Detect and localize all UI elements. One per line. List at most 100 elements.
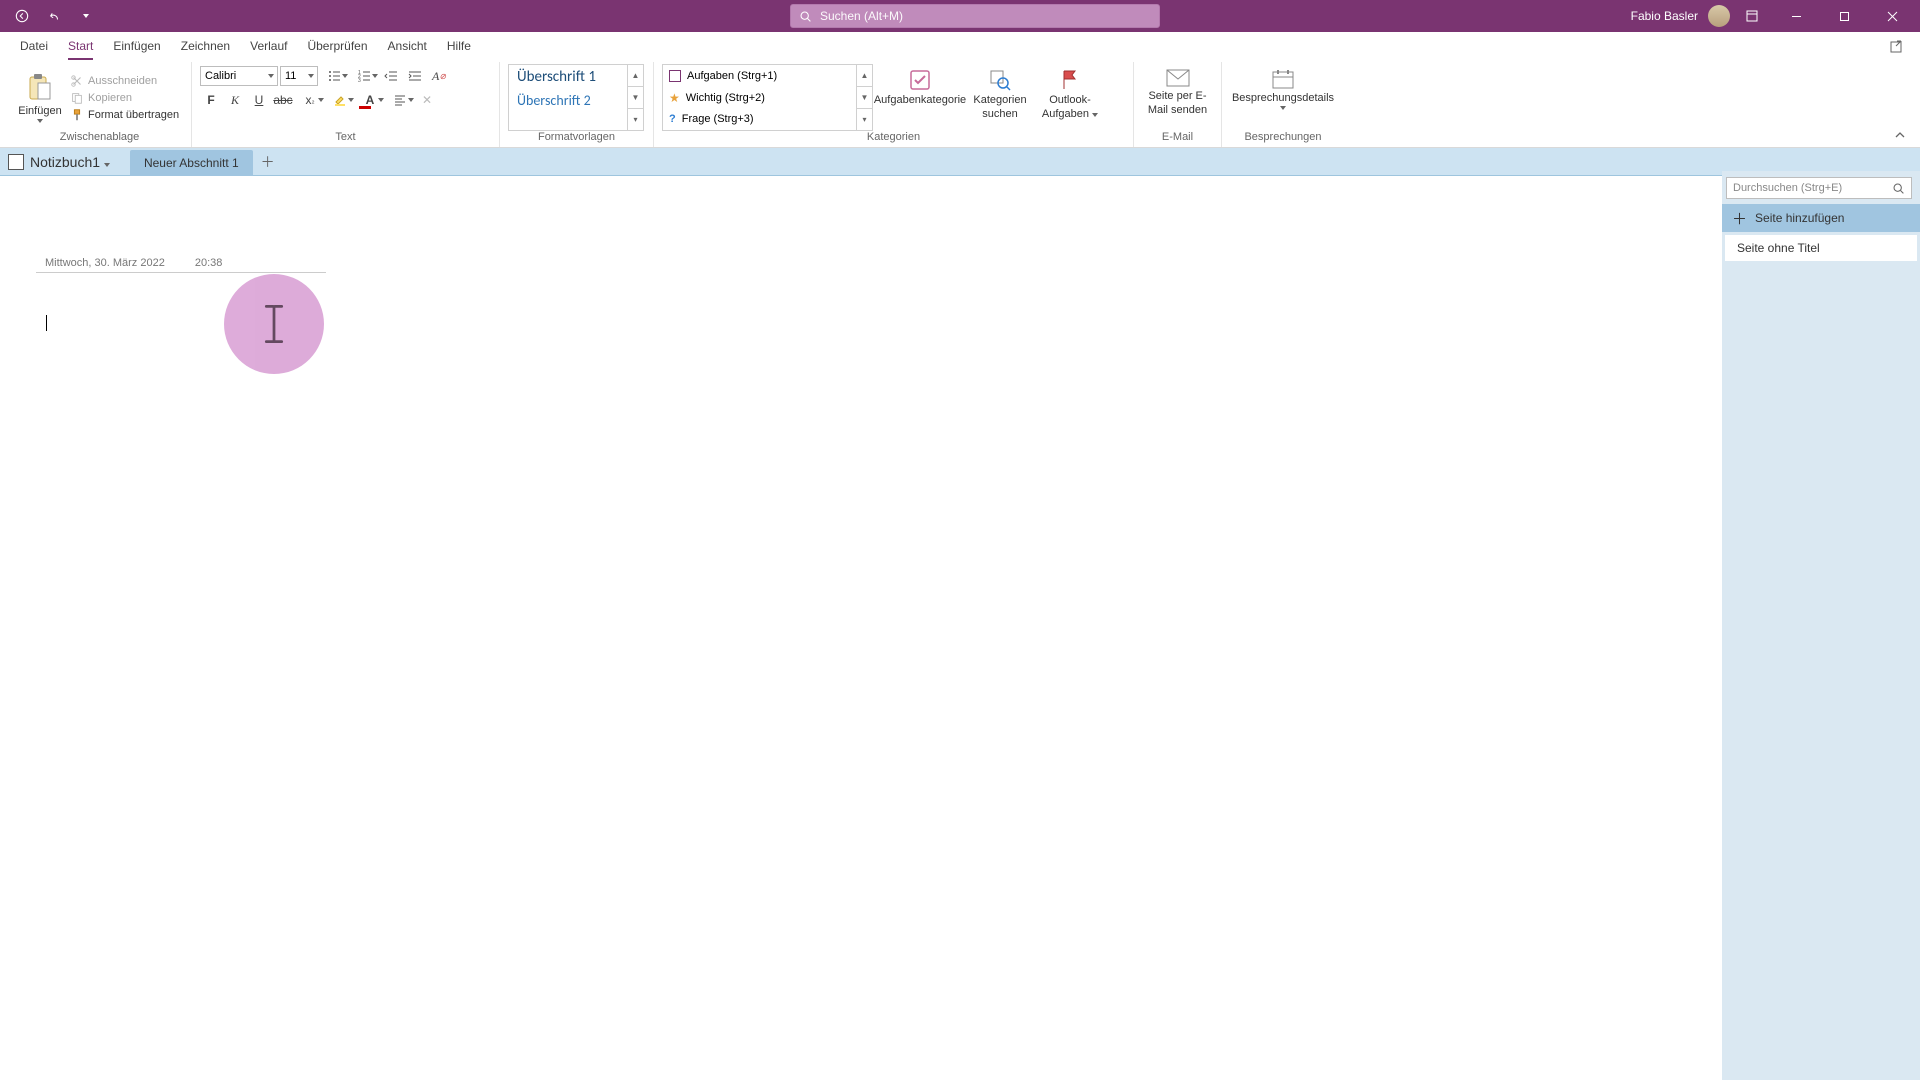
tag-question[interactable]: ?Frage (Strg+3) (663, 108, 856, 130)
notebook-bar: Notizbuch1 Neuer Abschnitt 1 ＋ (0, 148, 1920, 176)
align-left-icon (393, 93, 407, 107)
tab-verlauf[interactable]: Verlauf (240, 32, 297, 60)
page-list-item[interactable]: Seite ohne Titel (1724, 234, 1918, 262)
format-painter-button[interactable]: Format übertragen (70, 108, 179, 122)
style-h2[interactable]: Überschrift 2 (509, 89, 627, 112)
numbering-button[interactable]: 123 (350, 66, 378, 86)
add-page-button[interactable]: ＋ Seite hinzufügen (1722, 204, 1920, 232)
styles-gallery[interactable]: Überschrift 1 Überschrift 2 (508, 64, 628, 131)
avatar[interactable] (1708, 5, 1730, 27)
tab-start[interactable]: Start (58, 32, 103, 60)
page-search-placeholder: Durchsuchen (Strg+E) (1733, 182, 1842, 194)
qat-customize[interactable] (72, 4, 100, 28)
meeting-details-button[interactable]: Besprechungsdetails (1230, 64, 1336, 131)
search-icon (1892, 182, 1905, 195)
user-name[interactable]: Fabio Basler (1631, 9, 1698, 23)
clear-formatting-button[interactable]: A⊘ (428, 66, 450, 86)
group-email: Seite per E-Mail senden E-Mail (1134, 62, 1222, 147)
bullets-button[interactable] (320, 66, 348, 86)
underline-button[interactable]: U (248, 90, 270, 110)
group-meetings: Besprechungsdetails Besprechungen (1222, 62, 1344, 147)
svg-text:3: 3 (358, 78, 361, 83)
group-clipboard: Einfügen Ausschneiden Kopieren Format üb… (8, 62, 192, 147)
bold-button[interactable]: F (200, 90, 222, 110)
group-tags: Aufgaben (Strg+1) ★Wichtig (Strg+2) ?Fra… (654, 62, 1134, 147)
qat (0, 4, 100, 28)
envelope-icon (1165, 68, 1191, 88)
page-date: Mittwoch, 30. März 2022 (45, 257, 165, 269)
search-box[interactable] (790, 4, 1160, 28)
close-button[interactable] (1870, 0, 1914, 32)
subscript-button[interactable]: x₂ (296, 90, 324, 110)
question-icon: ? (669, 113, 676, 125)
align-button[interactable] (386, 90, 414, 110)
tags-down[interactable]: ▼ (857, 87, 872, 109)
tags-more[interactable]: ▾ (857, 109, 872, 130)
copy-button: Kopieren (70, 91, 179, 105)
styles-spinner: ▲ ▼ ▾ (628, 64, 644, 131)
add-section-button[interactable]: ＋ (257, 151, 279, 173)
font-select[interactable]: Calibri (200, 66, 278, 86)
task-category-button[interactable]: Aufgabenkategorie (877, 64, 963, 131)
notebook-icon[interactable] (8, 154, 24, 170)
tags-gallery[interactable]: Aufgaben (Strg+1) ★Wichtig (Strg+2) ?Fra… (662, 64, 857, 131)
styles-up[interactable]: ▲ (628, 65, 643, 87)
tag-task[interactable]: Aufgaben (Strg+1) (663, 65, 856, 87)
tab-hilfe[interactable]: Hilfe (437, 32, 481, 60)
maximize-button[interactable] (1822, 0, 1866, 32)
notebook-name[interactable]: Notizbuch1 (30, 154, 110, 170)
group-label-email: E-Mail (1142, 131, 1213, 145)
find-categories-button[interactable]: Kategoriensuchen (967, 64, 1033, 131)
cut-button: Ausschneiden (70, 74, 179, 88)
tags-spinner: ▲ ▼ ▾ (857, 64, 873, 131)
tab-einfuegen[interactable]: Einfügen (103, 32, 170, 60)
group-label-tags: Kategorien (662, 131, 1125, 145)
ribbon-display-options[interactable] (1734, 0, 1770, 32)
style-h1[interactable]: Überschrift 1 (509, 65, 627, 89)
tab-datei[interactable]: Datei (10, 32, 58, 60)
tag-important[interactable]: ★Wichtig (Strg+2) (663, 87, 856, 109)
share-button[interactable] (1888, 37, 1906, 55)
paintbrush-icon (70, 108, 84, 122)
ribbon: Einfügen Ausschneiden Kopieren Format üb… (0, 60, 1920, 148)
strikethrough-button[interactable]: abc (272, 90, 294, 110)
delete-button[interactable]: ✕ (416, 90, 438, 110)
tags-up[interactable]: ▲ (857, 65, 872, 87)
page-timestamp: Mittwoch, 30. März 2022 20:38 (45, 257, 222, 269)
styles-down[interactable]: ▼ (628, 87, 643, 109)
copy-icon (70, 91, 84, 105)
group-text: Calibri 11 123 A⊘ F K U abc x₂ A ✕ Text (192, 62, 500, 147)
group-label-text: Text (200, 131, 491, 145)
group-label-meetings: Besprechungen (1230, 131, 1336, 145)
page-search[interactable]: Durchsuchen (Strg+E) (1726, 177, 1912, 199)
back-button[interactable] (8, 4, 36, 28)
paste-button[interactable]: Einfügen (16, 64, 64, 131)
checkbox-icon (669, 70, 681, 82)
styles-more[interactable]: ▾ (628, 109, 643, 130)
scissors-icon (70, 74, 84, 88)
outdent-button[interactable] (380, 66, 402, 86)
title-right: Fabio Basler (1631, 0, 1920, 32)
section-tab[interactable]: Neuer Abschnitt 1 (130, 150, 253, 176)
tab-zeichnen[interactable]: Zeichnen (171, 32, 240, 60)
collapse-ribbon[interactable] (1894, 128, 1906, 146)
page-list-pane: ＋ Seite hinzufügen Seite ohne Titel (1722, 171, 1920, 1080)
italic-button[interactable]: K (224, 90, 246, 110)
indent-button[interactable] (404, 66, 426, 86)
tab-ansicht[interactable]: Ansicht (378, 32, 437, 60)
minimize-button[interactable] (1774, 0, 1818, 32)
outlook-tasks-button[interactable]: Outlook-Aufgaben (1037, 64, 1103, 131)
highlight-button[interactable] (326, 90, 354, 110)
font-color-button[interactable]: A (356, 90, 384, 110)
font-size-select[interactable]: 11 (280, 66, 318, 86)
tab-ueberpruefen[interactable]: Überprüfen (297, 32, 377, 60)
text-cursor (46, 315, 47, 331)
calendar-icon (1270, 68, 1296, 90)
email-page-button[interactable]: Seite per E-Mail senden (1142, 64, 1213, 131)
paste-icon (26, 73, 54, 103)
plus-icon: ＋ (1732, 208, 1747, 229)
search-input[interactable] (820, 9, 1151, 23)
group-label-styles: Formatvorlagen (508, 131, 645, 145)
undo-button[interactable] (40, 4, 68, 28)
highlighter-icon (333, 93, 347, 107)
